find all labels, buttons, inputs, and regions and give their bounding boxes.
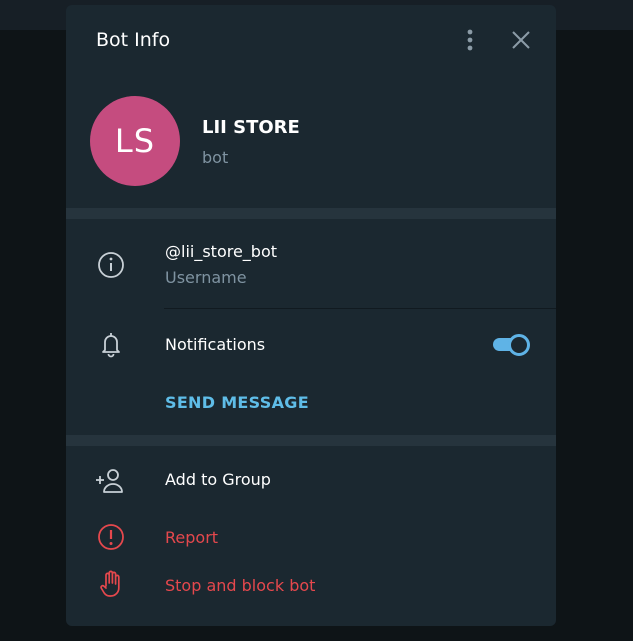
section-separator: [66, 435, 556, 446]
block-bot-label: Stop and block bot: [165, 576, 316, 595]
toggle-knob: [508, 334, 530, 356]
avatar-initials: LS: [114, 122, 156, 160]
notifications-label: Notifications: [165, 335, 266, 354]
section-separator: [66, 208, 556, 219]
send-message-button[interactable]: SEND MESSAGE: [165, 393, 309, 412]
avatar[interactable]: LS: [90, 96, 180, 186]
close-button[interactable]: [508, 27, 534, 53]
report-icon: [98, 524, 124, 550]
username-row[interactable]: @lii_store_bot Username: [66, 231, 556, 307]
close-icon: [512, 31, 530, 49]
row-divider: [164, 308, 556, 309]
bot-name: LII STORE: [202, 117, 300, 138]
bell-icon: [102, 333, 120, 358]
block-bot-row[interactable]: Stop and block bot: [66, 565, 556, 605]
add-to-group-row[interactable]: Add to Group: [66, 459, 556, 503]
bot-info-dialog: Bot Info LS LII STORE bot @lii_store_bot…: [66, 5, 556, 626]
notifications-toggle[interactable]: [492, 333, 530, 356]
more-options-button[interactable]: [458, 27, 482, 53]
bot-type-label: bot: [202, 148, 229, 167]
report-label: Report: [165, 528, 219, 547]
dialog-title: Bot Info: [96, 29, 171, 51]
more-vertical-icon: [467, 29, 473, 51]
username-label: Username: [165, 268, 247, 287]
hand-stop-icon: [100, 570, 120, 597]
add-to-group-label: Add to Group: [165, 470, 271, 489]
report-row[interactable]: Report: [66, 517, 556, 557]
username-value: @lii_store_bot: [165, 242, 278, 261]
add-user-icon: [96, 469, 123, 493]
info-icon: [98, 252, 124, 278]
